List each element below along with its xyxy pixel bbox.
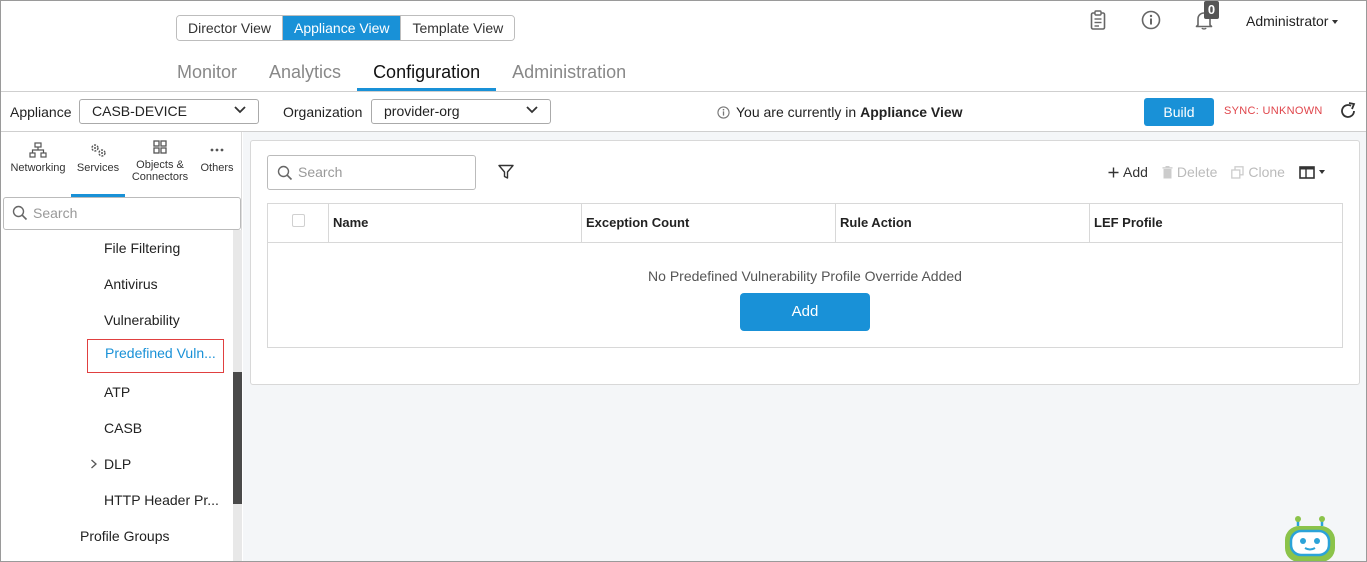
- category-label: Objects & Connectors: [131, 159, 189, 183]
- trash-icon: [1162, 165, 1173, 178]
- caret-down-icon: [1332, 20, 1339, 25]
- services-icon: [91, 144, 106, 157]
- sync-status: SYNC: UNKNOWN: [1224, 105, 1323, 117]
- organization-label: Organization: [283, 104, 363, 120]
- clone-action[interactable]: Clone: [1231, 164, 1285, 180]
- search-placeholder: Search: [298, 164, 343, 180]
- chatbot-icon[interactable]: [1282, 516, 1340, 562]
- column-header-lef-profile[interactable]: LEF Profile: [1089, 204, 1342, 243]
- header-icons: 0: [1087, 1, 1219, 31]
- sidebar-item-atp[interactable]: ATP: [104, 384, 130, 400]
- build-button[interactable]: Build: [1144, 98, 1214, 126]
- appliance-label: Appliance: [10, 104, 72, 120]
- template-view-button[interactable]: Template View: [400, 16, 515, 40]
- director-view-button[interactable]: Director View: [177, 16, 282, 40]
- view-info-bold: Appliance View: [860, 104, 963, 120]
- organization-select[interactable]: provider-org: [371, 99, 551, 124]
- sidebar-item-antivirus[interactable]: Antivirus: [104, 276, 158, 292]
- clone-action-label: Clone: [1248, 164, 1285, 180]
- category-others[interactable]: Others: [195, 132, 239, 174]
- tab-administration[interactable]: Administration: [496, 59, 642, 91]
- filter-icon[interactable]: [498, 164, 514, 180]
- networking-icon: [29, 142, 47, 158]
- select-all-checkbox[interactable]: [292, 214, 305, 227]
- view-switcher: Director View Appliance View Template Vi…: [176, 15, 516, 41]
- category-services[interactable]: Services: [71, 132, 125, 197]
- category-label: Others: [200, 162, 234, 174]
- category-networking[interactable]: Networking: [7, 132, 69, 174]
- notifications-bell[interactable]: 0: [1193, 1, 1219, 31]
- view-info-text: You are currently in: [736, 104, 857, 120]
- empty-state-message: No Predefined Vulnerability Profile Over…: [648, 268, 962, 284]
- sidebar-item-predefined-vulnerability[interactable]: Predefined Vuln...: [87, 339, 224, 373]
- sidebar-scrollbar-thumb[interactable]: [233, 372, 242, 504]
- chevron-right-icon[interactable]: [90, 459, 98, 469]
- app-window: Director View Appliance View Template Vi…: [0, 0, 1367, 562]
- user-name: Administrator: [1246, 13, 1329, 29]
- delete-action-label: Delete: [1176, 164, 1218, 180]
- column-header-exception-count[interactable]: Exception Count: [581, 204, 835, 243]
- caret-down-icon: [1318, 170, 1325, 174]
- sidebar-item-vulnerability[interactable]: Vulnerability: [104, 312, 180, 328]
- divider: [1, 91, 1366, 92]
- info-icon[interactable]: [1140, 9, 1162, 31]
- organization-value: provider-org: [384, 103, 460, 119]
- clipboard-icon[interactable]: [1087, 9, 1109, 31]
- category-label: Networking: [10, 162, 66, 174]
- category-objects-connectors[interactable]: Objects & Connectors: [129, 132, 191, 183]
- sidebar-item-casb[interactable]: CASB: [104, 420, 142, 436]
- view-info: You are currently in Appliance View: [717, 104, 963, 120]
- others-icon: [210, 148, 224, 152]
- add-action[interactable]: Add: [1108, 164, 1148, 180]
- tab-configuration[interactable]: Configuration: [357, 59, 497, 91]
- chevron-down-icon: [526, 106, 538, 114]
- objects-icon: [153, 140, 167, 154]
- search-icon: [12, 205, 28, 221]
- tab-analytics[interactable]: Analytics: [253, 59, 357, 91]
- column-header-rule-action[interactable]: Rule Action: [835, 204, 1089, 243]
- tab-monitor[interactable]: Monitor: [161, 59, 253, 91]
- delete-action[interactable]: Delete: [1162, 164, 1217, 180]
- search-icon: [277, 165, 293, 181]
- category-label: Services: [76, 162, 120, 174]
- column-header-name[interactable]: Name: [328, 204, 582, 243]
- column-chooser[interactable]: [1299, 165, 1325, 179]
- table-actions: Add Delete Clone: [1108, 164, 1325, 180]
- columns-icon: [1299, 165, 1315, 179]
- refresh-icon[interactable]: [1338, 101, 1358, 121]
- add-action-label: Add: [1123, 164, 1148, 180]
- sidebar-item-http-header-profile[interactable]: HTTP Header Pr...: [104, 492, 219, 508]
- appliance-value: CASB-DEVICE: [92, 103, 187, 119]
- sidebar-item-dlp[interactable]: DLP: [104, 456, 131, 472]
- add-button[interactable]: Add: [740, 293, 870, 331]
- sidebar-search-input[interactable]: Search: [3, 197, 241, 230]
- category-tabs: Networking Services Objects & Connectors…: [1, 132, 242, 197]
- clone-icon: [1231, 165, 1245, 179]
- data-table: Name Exception Count Rule Action LEF Pro…: [267, 203, 1343, 348]
- notification-badge: 0: [1204, 1, 1219, 19]
- chevron-down-icon: [234, 106, 246, 114]
- plus-icon: [1108, 167, 1119, 177]
- search-input[interactable]: Search: [267, 155, 476, 190]
- sidebar-item-file-filtering[interactable]: File Filtering: [104, 240, 180, 256]
- appliance-select[interactable]: CASB-DEVICE: [79, 99, 259, 124]
- appliance-view-button[interactable]: Appliance View: [282, 16, 401, 40]
- info-icon: [717, 105, 730, 119]
- main-nav: Monitor Analytics Configuration Administ…: [161, 59, 642, 91]
- left-sidebar: Networking Services Objects & Connectors…: [1, 132, 242, 561]
- user-menu[interactable]: Administrator: [1246, 13, 1339, 29]
- sidebar-item-profile-groups[interactable]: Profile Groups: [80, 528, 169, 544]
- table-header: Name Exception Count Rule Action LEF Pro…: [268, 204, 1342, 243]
- sidebar-search-placeholder: Search: [33, 205, 78, 221]
